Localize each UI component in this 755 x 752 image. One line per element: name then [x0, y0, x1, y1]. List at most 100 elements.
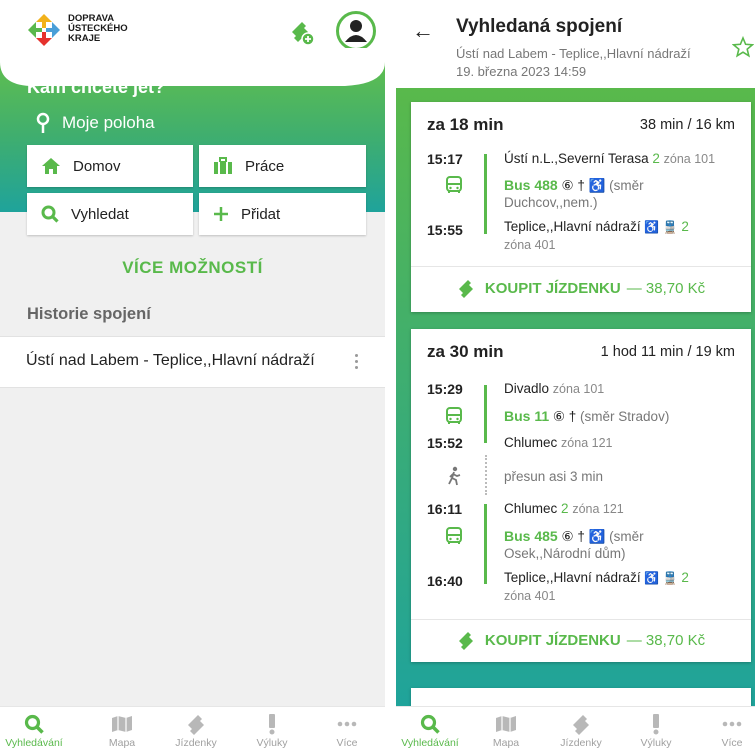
star-outline-icon[interactable] [732, 36, 754, 58]
history-item[interactable]: Ústí nad Labem - Teplice,,Hlavní nádraží [0, 336, 385, 388]
nav-tickets[interactable]: Jízdenky [543, 711, 619, 749]
search-icon [420, 714, 440, 734]
nav-search-label: Vyhledávání [5, 737, 63, 749]
nav-more[interactable]: Více [309, 711, 385, 749]
plus-icon [214, 207, 228, 221]
line-symbols: ⑥ † [552, 409, 577, 424]
stop-time: 15:29 [427, 381, 463, 397]
add-button[interactable]: Přidat [199, 193, 366, 235]
stop: Chlumec 2 zóna 121 [504, 500, 739, 518]
briefcase-icon [214, 157, 232, 174]
line-symbols: ⑥ † ♿ [561, 529, 606, 544]
add-label: Přidat [241, 205, 281, 223]
platform: 2 [652, 151, 660, 166]
zone: zóna 401 [504, 589, 556, 603]
home-screen: DOPRAVA ÚSTECKÉHO KRAJE Kam chcete jet? [0, 0, 385, 752]
location-field[interactable]: Moje poloha [36, 112, 155, 134]
stop-time: 15:52 [427, 435, 463, 451]
ticket-icon [188, 715, 204, 735]
zone: zóna 101 [552, 382, 605, 396]
platform: 2 [681, 570, 689, 585]
search-icon [41, 205, 59, 223]
home-button[interactable]: Domov [27, 145, 193, 187]
more-vert-icon[interactable] [355, 354, 359, 372]
results-header: ← Vyhledaná spojení Ústí nad Labem - Tep… [396, 0, 755, 88]
results-title: Vyhledaná spojení [456, 16, 623, 37]
map-icon [112, 716, 132, 732]
route-line [484, 154, 487, 234]
stop-symbols: ♿ 🚆 [644, 571, 678, 585]
nav-search[interactable]: Vyhledávání [0, 711, 72, 749]
walk-line [485, 455, 487, 495]
stop-name: Chlumec [504, 435, 558, 450]
add-favorite-ticket-icon[interactable] [286, 18, 316, 48]
work-button[interactable]: Práce [199, 145, 366, 187]
line-number: Bus 488 [504, 177, 558, 193]
buy-label: KOUPIT JÍZDENKU [484, 631, 621, 649]
divider [411, 619, 751, 620]
nav-more-label: Více [721, 737, 743, 749]
buy-ticket-button[interactable]: KOUPIT JÍZDENKU — 38,70 Kč [411, 630, 751, 650]
nav-outages[interactable]: Výluky [618, 711, 694, 749]
arrival-time: 15:55 [427, 222, 463, 238]
work-label: Práce [245, 157, 285, 175]
departs-in: za 30 min [427, 342, 504, 361]
nav-tickets[interactable]: Jízdenky [158, 711, 234, 749]
line-info: Bus 488 ⑥ † ♿ (směr Duchcov,,nem.) [504, 177, 734, 211]
history-title: Historie spojení [27, 305, 151, 323]
divider [411, 266, 751, 267]
nav-outages[interactable]: Výluky [234, 711, 310, 749]
results-screen: ← Vyhledaná spojení Ústí nad Labem - Tep… [396, 0, 755, 752]
nav-outages-label: Výluky [640, 737, 672, 749]
line-number: Bus 485 [504, 528, 558, 544]
line-info: Bus 485 ⑥ † ♿ (směr Osek,,Národní dům) [504, 528, 734, 562]
ticket-icon [458, 280, 473, 298]
back-arrow-icon[interactable]: ← [412, 18, 434, 44]
connection-card[interactable]: za 18 min 38 min / 16 km 15:17 Ústí n.L.… [411, 102, 751, 312]
zone: zóna 401 [504, 238, 556, 252]
search-icon [24, 714, 44, 734]
more-horiz-icon [337, 721, 357, 727]
departs-in: za 18 min [427, 115, 504, 134]
stop: Divadlo zóna 101 [504, 380, 739, 398]
ticket-icon [458, 632, 473, 650]
bus-icon [446, 176, 462, 193]
home-label: Domov [73, 157, 121, 175]
line-number: Bus 11 [504, 408, 550, 424]
price: — 38,70 Kč [626, 279, 706, 297]
screen-divider [385, 0, 396, 752]
nav-more[interactable]: Více [694, 711, 755, 749]
nav-map[interactable]: Mapa [84, 711, 160, 749]
platform: 2 [561, 501, 569, 516]
buy-ticket-button[interactable]: KOUPIT JÍZDENKU — 38,70 Kč [411, 278, 751, 298]
departure-stop: Ústí n.L.,Severní Terasa 2 zóna 101 [504, 150, 739, 168]
stop: Chlumec zóna 121 [504, 434, 739, 452]
nav-more-label: Více [336, 737, 358, 749]
line-symbols: ⑥ † ♿ [561, 178, 606, 193]
nav-tickets-label: Jízdenky [560, 737, 602, 749]
stop-time: 16:40 [427, 573, 463, 589]
more-options-button[interactable]: VÍCE MOŽNOSTÍ [0, 258, 385, 278]
route-line [484, 385, 487, 443]
bottom-nav: Vyhledávání Mapa Jízdenky Výluky Více [0, 706, 385, 752]
nav-outages-label: Výluky [256, 737, 288, 749]
search-button[interactable]: Vyhledat [27, 193, 193, 235]
map-icon [496, 716, 516, 732]
stop: Teplice,,Hlavní nádraží ♿ 🚆 2 zóna 401 [504, 569, 739, 605]
route-line [484, 504, 487, 584]
brand-name: DOPRAVA ÚSTECKÉHO KRAJE [68, 13, 128, 44]
walking-icon [448, 466, 461, 486]
dus-logo [28, 14, 60, 46]
route-label: Ústí nad Labem - Teplice,,Hlavní nádraží [456, 46, 691, 61]
nav-map[interactable]: Mapa [468, 711, 544, 749]
stop-name: Ústí n.L.,Severní Terasa [504, 151, 649, 166]
nav-tickets-label: Jízdenky [175, 737, 217, 749]
nav-search[interactable]: Vyhledávání [396, 711, 468, 749]
connection-card[interactable]: za 30 min 1 hod 11 min / 19 km 15:29 Div… [411, 329, 751, 662]
ticket-icon [573, 715, 589, 735]
datetime-label: 19. března 2023 14:59 [456, 64, 587, 79]
profile-button[interactable] [336, 11, 376, 51]
platform: 2 [681, 219, 689, 234]
walk-transfer: přesun asi 3 min [504, 469, 604, 484]
home-icon [42, 158, 60, 174]
